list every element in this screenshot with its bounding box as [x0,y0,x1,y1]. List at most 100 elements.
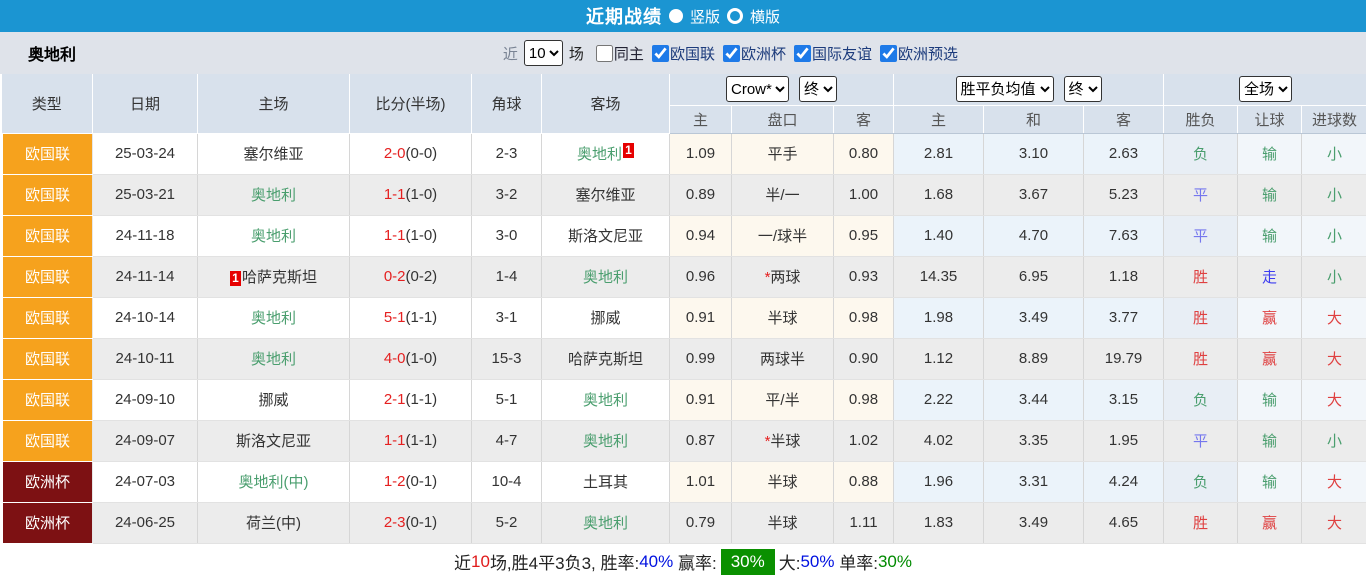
match-count-select[interactable]: 10 [524,40,563,66]
cell-avg-home: 14.35 [894,256,984,297]
league-label[interactable]: 欧洲杯 [741,43,786,64]
league-label[interactable]: 国际友谊 [812,43,872,64]
summary-segment: 30% [721,549,775,575]
scope-select[interactable]: 全场 [1239,76,1292,102]
cell-avg-home: 1.83 [894,502,984,543]
league-checkbox[interactable] [794,45,811,62]
full-time-score: 1-1 [384,227,406,244]
cell-result-wdl: 胜 [1164,256,1238,297]
matches-label: 场 [569,43,584,64]
home-team-name: 奥地利 [251,228,296,245]
away-team-name: 塞尔维亚 [575,187,635,204]
odds-group-header: Crow* 终 [670,74,894,105]
cell-avg-away: 19.79 [1084,338,1164,379]
cell-away-team: 塞尔维亚 [542,174,670,215]
summary-segment: 赢率: [673,549,716,574]
layout-radio-vertical[interactable] [669,9,683,23]
home-team-name: 奥地利 [251,310,296,327]
league-filter-item: 国际友谊 [786,43,872,64]
cell-away-team: 奥地利 [542,420,670,461]
cell-avg-draw: 3.49 [984,297,1084,338]
cell-home-team: 斯洛文尼亚 [198,420,350,461]
half-time-score: (0-0) [406,145,438,162]
cell-handicap: 半/一 [732,174,834,215]
title-bar: 近期战绩 竖版 横版 [0,0,1366,32]
same-home-label[interactable]: 同主 [614,43,644,64]
cell-result-goals: 小 [1302,420,1366,461]
cell-result-handicap: 赢 [1238,297,1302,338]
cell-result-goals: 小 [1302,174,1366,215]
cell-date: 24-09-07 [93,420,198,461]
cell-away-team: 哈萨克斯坦 [542,338,670,379]
sub-header-odds-home: 主 [670,105,732,133]
layout-radio-horizontal-label[interactable]: 横版 [750,6,780,27]
layout-radio-horizontal[interactable] [727,8,743,24]
league-checkbox[interactable] [723,45,740,62]
home-team-name: 斯洛文尼亚 [236,433,311,450]
table-row: 欧国联24-10-11奥地利4-0(1-0)15-3哈萨克斯坦0.99两球半0.… [2,338,1366,379]
same-home-checkbox[interactable] [596,45,613,62]
cell-date: 24-11-14 [93,256,198,297]
cell-result-goals: 大 [1302,379,1366,420]
cell-odds-away: 1.00 [834,174,894,215]
league-label[interactable]: 欧国联 [670,43,715,64]
cell-result-goals: 大 [1302,461,1366,502]
cell-score: 0-2(0-2) [350,256,472,297]
league-checkbox[interactable] [880,45,897,62]
sub-header-goals: 进球数 [1302,105,1366,133]
cell-away-team: 挪威 [542,297,670,338]
cell-avg-draw: 3.10 [984,133,1084,174]
table-row: 欧洲杯24-06-25荷兰(中)2-3(0-1)5-2奥地利0.79半球1.11… [2,502,1366,543]
cell-home-team: 奥地利 [198,297,350,338]
avg-time-select[interactable]: 终 [1064,76,1102,102]
cell-date: 24-10-14 [93,297,198,338]
cell-handicap: *半球 [732,420,834,461]
home-team-name: 塞尔维亚 [243,146,303,163]
cell-type: 欧国联 [2,338,93,379]
summary-segment: 近 [454,549,471,574]
handicap-star: * [765,433,771,450]
col-header-type: 类型 [2,74,93,133]
cell-avg-home: 1.98 [894,297,984,338]
cell-odds-home: 0.87 [670,420,732,461]
cell-type: 欧洲杯 [2,461,93,502]
cell-corners: 3-0 [472,215,542,256]
cell-corners: 5-1 [472,379,542,420]
bookmaker-select[interactable]: Crow* [726,76,789,102]
red-card-badge: 1 [623,143,634,158]
away-team-name: 奥地利 [583,515,628,532]
cell-result-wdl: 胜 [1164,502,1238,543]
cell-date: 24-10-11 [93,338,198,379]
cell-avg-home: 1.96 [894,461,984,502]
full-time-score: 4-0 [384,350,406,367]
col-header-home: 主场 [198,74,350,133]
odds-time-select[interactable]: 终 [799,76,837,102]
result-group-header: 全场 [1164,74,1366,105]
cell-home-team: 奥地利(中) [198,461,350,502]
summary-segment: 场,胜4平3负3, 胜率: [490,549,639,574]
cell-home-team: 1哈萨克斯坦 [198,256,350,297]
half-time-score: (0-1) [406,473,438,490]
cell-avg-away: 5.23 [1084,174,1164,215]
cell-type: 欧国联 [2,256,93,297]
half-time-score: (1-0) [406,186,438,203]
col-header-date: 日期 [93,74,198,133]
cell-date: 25-03-21 [93,174,198,215]
col-header-corners: 角球 [472,74,542,133]
avg-type-select[interactable]: 胜平负均值 [956,76,1054,102]
layout-radio-vertical-label[interactable]: 竖版 [690,6,720,27]
league-label[interactable]: 欧洲预选 [898,43,958,64]
cell-away-team: 奥地利 [542,256,670,297]
league-checkbox[interactable] [652,45,669,62]
cell-odds-away: 1.02 [834,420,894,461]
sub-header-avg-home: 主 [894,105,984,133]
summary-segment: 30% [878,552,912,572]
cell-avg-home: 1.68 [894,174,984,215]
cell-avg-away: 2.63 [1084,133,1164,174]
cell-home-team: 奥地利 [198,174,350,215]
table-row: 欧国联24-09-07斯洛文尼亚1-1(1-1)4-7奥地利0.87*半球1.0… [2,420,1366,461]
cell-avg-draw: 3.31 [984,461,1084,502]
cell-odds-home: 0.94 [670,215,732,256]
cell-odds-away: 0.98 [834,379,894,420]
home-team-name: 挪威 [258,392,288,409]
